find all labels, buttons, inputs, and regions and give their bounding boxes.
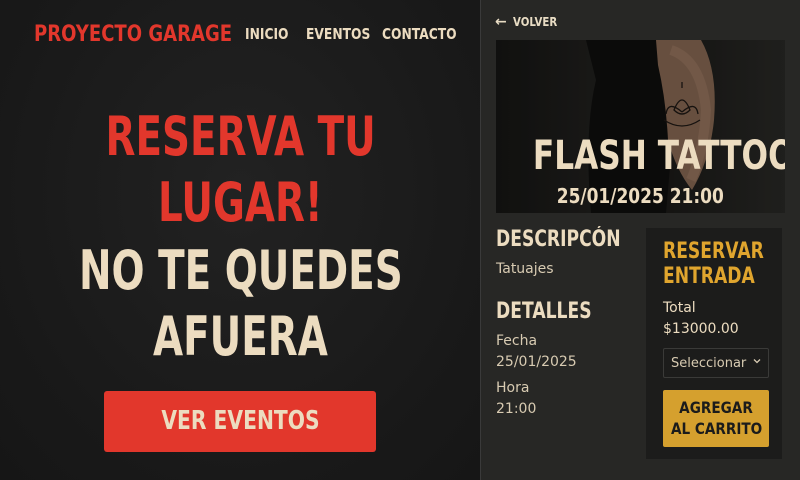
description-heading: DESCRIPCÓN <box>496 227 621 252</box>
landing-panel: PROYECTO GARAGE INICIO EVENTOS CONTACTO … <box>0 0 481 480</box>
booking-card: RESERVAR ENTRADA Total $13000.00 Selecci… <box>646 228 782 459</box>
description-text: Tatuajes <box>496 261 554 277</box>
back-button[interactable]: ← VOLVER <box>495 14 565 30</box>
event-datetime: 25/01/2025 21:00 <box>556 184 725 208</box>
nav-link-eventos[interactable]: EVENTOS <box>306 25 370 43</box>
date-label: Fecha <box>496 333 538 349</box>
ver-eventos-button[interactable]: VER EVENTOS <box>104 391 376 452</box>
select-value: Seleccionar <box>671 355 747 371</box>
hero-heading-line-3: NO TE QUEDES <box>78 239 403 302</box>
details-heading: DETALLES <box>496 299 592 324</box>
hero-heading-line-1: RESERVA TU <box>105 105 376 168</box>
total-label: Total <box>663 300 696 316</box>
time-value: 21:00 <box>496 401 537 417</box>
chevron-down-icon <box>753 359 761 364</box>
event-title: FLASH TATTOO <box>532 133 785 179</box>
hero-heading-line-2: LUGAR! <box>158 171 323 234</box>
arrow-left-icon: ← <box>495 14 507 30</box>
total-value: $13000.00 <box>663 321 739 337</box>
hero-heading-line-4: AFUERA <box>153 305 328 368</box>
event-image: FLASH TATTOO 25/01/2025 21:00 <box>496 40 785 213</box>
time-label: Hora <box>496 380 530 396</box>
nav-link-inicio[interactable]: INICIO <box>245 25 289 43</box>
event-detail-panel: ← VOLVER FLASH TATTOO 25/01/2025 21:00 D… <box>481 0 800 480</box>
ticket-quantity-select[interactable]: Seleccionar <box>663 348 769 378</box>
nav-link-contacto[interactable]: CONTACTO <box>382 25 457 43</box>
booking-title: RESERVAR ENTRADA <box>663 239 764 289</box>
add-to-cart-button[interactable]: AGREGAR AL CARRITO <box>663 390 769 447</box>
date-value: 25/01/2025 <box>496 354 577 370</box>
brand-logo[interactable]: PROYECTO GARAGE <box>34 22 232 47</box>
back-label: VOLVER <box>512 15 557 29</box>
